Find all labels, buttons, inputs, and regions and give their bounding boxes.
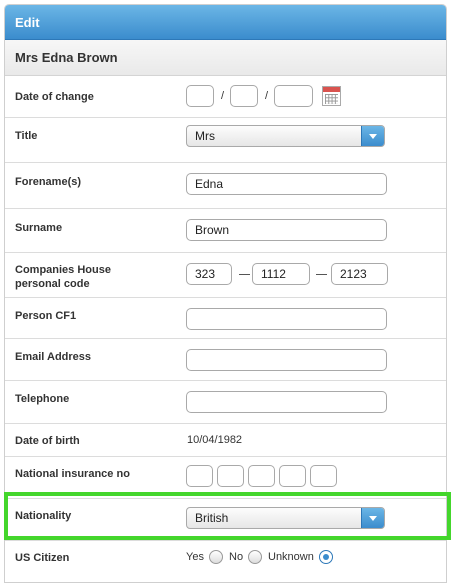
- title-select[interactable]: Mrs: [186, 125, 385, 147]
- dob-value: 10/04/1982: [187, 434, 243, 446]
- ch-code-part3-input[interactable]: 2123: [331, 263, 388, 285]
- date-of-change-month-input[interactable]: [230, 85, 258, 107]
- ni-part2-input[interactable]: [217, 465, 244, 487]
- companies-house-label-line2: personal code: [15, 278, 90, 290]
- row-us-citizen: US Citizen Yes No Unknown: [5, 541, 446, 582]
- row-date-of-birth: Date of birth 10/04/1982: [5, 424, 446, 457]
- row-email: Email Address: [5, 339, 446, 381]
- telephone-label: Telephone: [15, 393, 70, 405]
- chevron-down-icon[interactable]: [361, 126, 384, 146]
- date-separator: /: [221, 90, 225, 102]
- row-person-cf1: Person CF1: [5, 298, 446, 339]
- person-cf1-label: Person CF1: [15, 310, 77, 322]
- calendar-icon[interactable]: [322, 86, 341, 106]
- date-of-change-day-input[interactable]: [186, 85, 214, 107]
- panel-header: Edit: [5, 5, 446, 40]
- row-date-of-change: Date of change / /: [5, 78, 446, 118]
- date-of-change-label: Date of change: [15, 91, 94, 103]
- us-citizen-unknown-label: Unknown: [268, 551, 314, 563]
- email-input[interactable]: [186, 349, 387, 371]
- date-separator: /: [265, 90, 269, 102]
- date-of-change-year-input[interactable]: [274, 85, 313, 107]
- person-cf1-input[interactable]: [186, 308, 387, 330]
- row-forename: Forename(s) Edna: [5, 163, 446, 209]
- nationality-highlight: [4, 492, 451, 540]
- surname-input[interactable]: Brown: [186, 219, 387, 241]
- companies-house-label-line1: Companies House: [15, 264, 111, 276]
- ni-part5-input[interactable]: [310, 465, 337, 487]
- forename-label: Forename(s): [15, 176, 82, 188]
- email-label: Email Address: [15, 351, 92, 363]
- ni-part3-input[interactable]: [248, 465, 275, 487]
- us-citizen-label: US Citizen: [15, 552, 70, 564]
- ni-part1-input[interactable]: [186, 465, 213, 487]
- ch-code-separator: [316, 274, 327, 275]
- ni-label: National insurance no: [15, 468, 130, 480]
- us-citizen-yes-radio[interactable]: [209, 550, 223, 564]
- forename-input[interactable]: Edna: [186, 173, 387, 195]
- us-citizen-unknown-radio[interactable]: [319, 550, 333, 564]
- ch-code-separator: [239, 274, 250, 275]
- row-title: Title Mrs: [5, 118, 446, 163]
- person-name-heading: Mrs Edna Brown: [5, 40, 446, 76]
- dob-label: Date of birth: [15, 435, 80, 447]
- ni-part4-input[interactable]: [279, 465, 306, 487]
- row-telephone: Telephone: [5, 381, 446, 424]
- us-citizen-no-radio[interactable]: [248, 550, 262, 564]
- row-companies-house-code: Companies House personal code 323 1112 2…: [5, 253, 446, 298]
- us-citizen-no-label: No: [229, 551, 244, 563]
- row-surname: Surname Brown: [5, 209, 446, 253]
- title-label: Title: [15, 130, 38, 142]
- us-citizen-yes-label: Yes: [186, 551, 204, 563]
- telephone-input[interactable]: [186, 391, 387, 413]
- title-selected-value: Mrs: [195, 129, 215, 143]
- surname-label: Surname: [15, 222, 63, 234]
- ch-code-part1-input[interactable]: 323: [186, 263, 232, 285]
- ch-code-part2-input[interactable]: 1112: [252, 263, 310, 285]
